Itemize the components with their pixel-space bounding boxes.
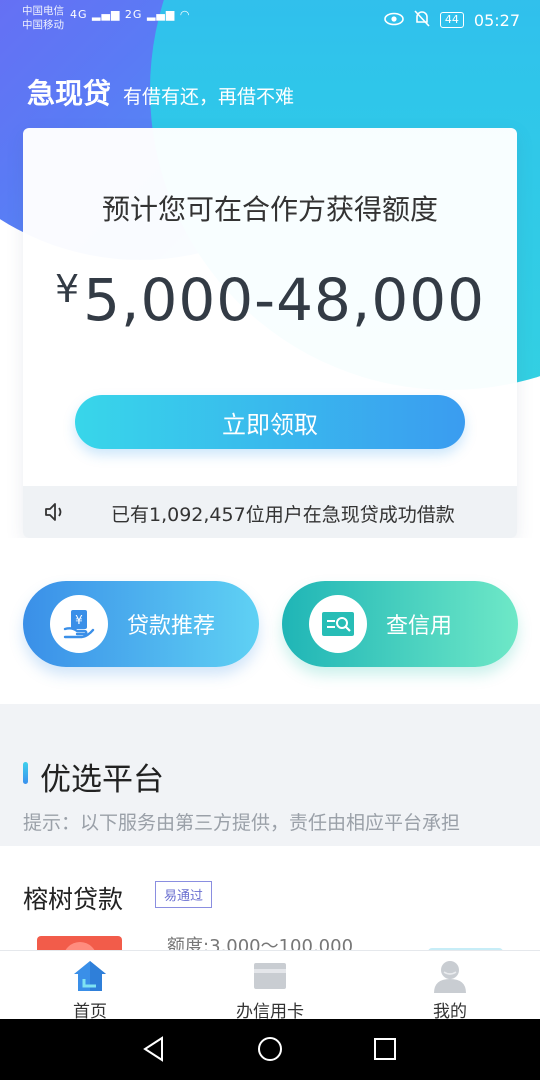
platform-quota: 额度:3,000～100,000 (167, 936, 354, 950)
success-notice-bar: 已有1,092,457位用户在急现贷成功借款 (23, 486, 517, 538)
quick-actions: ¥ 贷款推荐 查信用 (0, 538, 540, 704)
notice-text: 已有1,092,457位用户在急现贷成功借款 (111, 504, 455, 526)
loan-recommend-label: 贷款推荐 (127, 614, 216, 639)
bottom-tab-bar: 首页 办信用卡 我的 (0, 950, 540, 1022)
carrier-1: 中国电信 (22, 5, 64, 17)
home-icon (40, 959, 140, 993)
carrier-names: 中国电信 中国移动 (22, 4, 64, 32)
signal-bars-icon: ▂▄▆ (92, 8, 121, 21)
status-bar: 中国电信 中国移动 4G ▂▄▆ 2G ▂▄▆ ◠ 44 05:27 (0, 0, 540, 38)
section-title: 优选平台 (40, 762, 164, 798)
check-credit-button[interactable]: 查信用 (282, 581, 518, 667)
credit-report-icon (309, 595, 367, 653)
tab-profile[interactable]: 我的 (400, 959, 500, 1022)
clock: 05:27 (473, 10, 520, 30)
amount-range: 5,000-48,000 (83, 266, 486, 334)
speaker-icon (43, 501, 67, 527)
back-icon[interactable] (142, 1036, 166, 1066)
platform-logo (37, 936, 122, 950)
brand-header: 急现贷 有借有还，再借不难 (27, 72, 294, 112)
platform-item[interactable]: 榕树贷款 易通过 额度:3,000～100,000 (0, 846, 540, 950)
recent-apps-icon[interactable] (373, 1036, 397, 1066)
check-credit-label: 查信用 (386, 614, 453, 639)
eye-icon (384, 11, 404, 30)
wifi-icon: ◠ (179, 8, 191, 21)
card-subtitle: 预计您可在合作方获得额度 (101, 193, 438, 226)
signal-1-label: 4G (70, 8, 88, 21)
credit-amount: ¥5,000-48,000 (23, 266, 517, 334)
tab-credit-card[interactable]: 办信用卡 (220, 959, 320, 1022)
loan-icon: ¥ (50, 595, 108, 653)
wallet-icon (220, 959, 320, 993)
user-icon (400, 959, 500, 993)
battery-indicator: 44 (439, 12, 464, 28)
loan-recommend-button[interactable]: ¥ 贷款推荐 (23, 581, 259, 667)
mute-bell-icon (414, 9, 430, 31)
section-hint: 提示：以下服务由第三方提供，责任由相应平台承担 (23, 812, 461, 834)
section-accent-bar (23, 762, 28, 784)
platform-badge: 易通过 (155, 881, 213, 908)
carrier-2: 中国移动 (22, 19, 64, 31)
system-nav-bar (0, 1019, 540, 1080)
tab-home[interactable]: 首页 (40, 959, 140, 1022)
platform-name: 榕树贷款 (23, 885, 124, 914)
signal-bars-icon: ▂▄▆ (146, 8, 176, 21)
claim-now-button[interactable]: 立即领取 (75, 395, 465, 449)
app-slogan: 有借有还，再借不难 (123, 86, 295, 108)
signal-2-label: 2G (124, 8, 143, 21)
featured-platforms-section: 优选平台 提示：以下服务由第三方提供，责任由相应平台承担 (0, 704, 540, 846)
signal-indicators: 4G ▂▄▆ 2G ▂▄▆ ◠ (70, 8, 190, 21)
status-right: 44 05:27 (384, 9, 520, 31)
svg-text:¥: ¥ (75, 613, 83, 627)
home-circle-icon[interactable] (257, 1036, 283, 1066)
credit-limit-card: 预计您可在合作方获得额度 ¥5,000-48,000 立即领取 已有1,092,… (23, 128, 517, 538)
app-title: 急现贷 (27, 77, 112, 110)
currency-symbol: ¥ (54, 267, 80, 311)
